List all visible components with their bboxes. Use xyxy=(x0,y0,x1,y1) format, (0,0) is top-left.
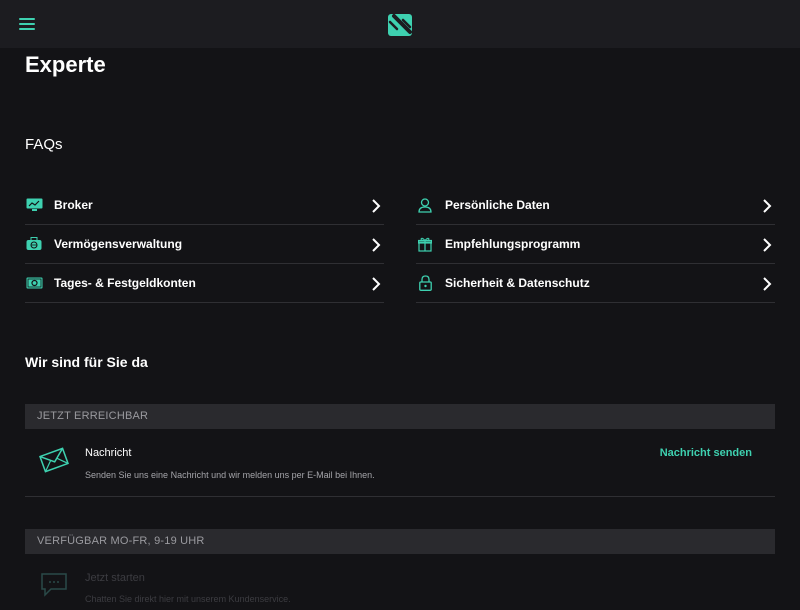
chevron-right-icon xyxy=(763,238,772,252)
banknote-icon xyxy=(25,274,43,292)
chat-contact-row: Jetzt starten Chatten Sie direkt hier mi… xyxy=(25,555,775,610)
send-message-link[interactable]: Nachricht senden xyxy=(660,447,752,459)
faq-item-empfehlungsprogramm[interactable]: Empfehlungsprogramm xyxy=(416,225,775,264)
chevron-right-icon xyxy=(372,238,381,252)
page-title: Experte xyxy=(25,52,106,77)
faq-item-persoenliche-daten[interactable]: Persönliche Daten xyxy=(416,186,775,225)
faq-item-label: Empfehlungsprogramm xyxy=(445,237,581,251)
support-heading: Wir sind für Sie da xyxy=(25,354,148,370)
chat-title[interactable]: Jetzt starten xyxy=(85,572,145,584)
hamburger-menu-icon[interactable] xyxy=(19,18,35,31)
reachable-band: JETZT ERREICHBAR xyxy=(25,404,775,429)
faq-item-sicherheit[interactable]: Sicherheit & Datenschutz xyxy=(416,264,775,303)
message-contact-row: Nachricht Senden Sie uns eine Nachricht … xyxy=(25,430,775,497)
chevron-right-icon xyxy=(763,199,772,213)
chat-bubble-icon xyxy=(41,573,67,597)
faq-item-label: Tages- & Festgeldkonten xyxy=(54,276,196,290)
hours-band: VERFÜGBAR MO-FR, 9-19 UHR xyxy=(25,529,775,554)
chat-description: Chatten Sie direkt hier mit unserem Kund… xyxy=(85,594,291,604)
message-description: Senden Sie uns eine Nachricht und wir me… xyxy=(85,470,375,480)
faq-item-label: Broker xyxy=(54,198,93,212)
padlock-icon xyxy=(416,274,434,292)
chevron-right-icon xyxy=(372,277,381,291)
brand-logo-icon[interactable] xyxy=(388,14,412,36)
briefcase-globe-icon xyxy=(25,235,43,253)
envelope-icon xyxy=(39,447,69,473)
faq-item-broker[interactable]: Broker xyxy=(25,186,384,225)
faq-list-left: Broker Vermögensverwaltung Tages- & Fest… xyxy=(25,186,384,303)
chevron-right-icon xyxy=(372,199,381,213)
message-title: Nachricht xyxy=(85,447,132,459)
faq-item-tagesgeld[interactable]: Tages- & Festgeldkonten xyxy=(25,264,384,303)
faq-item-vermoegensverwaltung[interactable]: Vermögensverwaltung xyxy=(25,225,384,264)
faq-item-label: Vermögensverwaltung xyxy=(54,237,183,251)
faq-item-label: Persönliche Daten xyxy=(445,198,550,212)
chevron-right-icon xyxy=(763,277,772,291)
gift-icon xyxy=(416,235,434,253)
monitor-chart-icon xyxy=(25,196,43,214)
faq-heading: FAQs xyxy=(25,136,63,153)
faq-list-right: Persönliche Daten Empfehlungsprogramm Si… xyxy=(416,186,775,303)
faq-item-label: Sicherheit & Datenschutz xyxy=(445,276,590,290)
user-icon xyxy=(416,196,434,214)
top-bar xyxy=(0,0,800,48)
